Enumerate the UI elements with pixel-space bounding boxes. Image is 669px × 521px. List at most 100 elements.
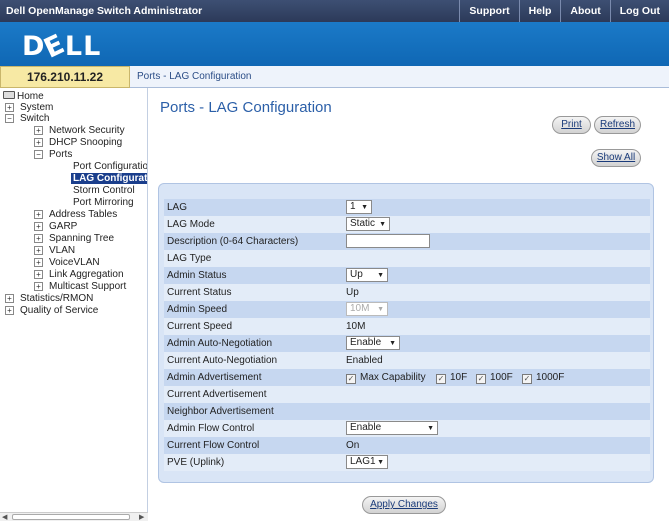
current-flow-control-label: Current Flow Control xyxy=(167,440,260,451)
expand-icon[interactable]: + xyxy=(5,103,14,112)
tree-label: DHCP Snooping xyxy=(49,137,123,148)
100f-option[interactable]: ✓ 100F xyxy=(476,372,513,384)
tree-horizontal-scrollbar[interactable]: ◀ ▶ xyxy=(0,512,148,521)
tree-item-dhcp-snooping[interactable]: + DHCP Snooping xyxy=(34,137,122,148)
tree-item-ports[interactable]: − Ports xyxy=(34,149,72,160)
refresh-button[interactable]: Refresh xyxy=(594,116,641,134)
expand-icon[interactable]: + xyxy=(34,234,43,243)
tree-item-voicevlan[interactable]: + VoiceVLAN xyxy=(34,257,100,268)
expand-icon[interactable]: + xyxy=(34,222,43,231)
tree-item-link-aggregation[interactable]: + Link Aggregation xyxy=(34,269,124,280)
lag-select[interactable]: 1 ▼ xyxy=(346,200,372,214)
tree-item-multicast-support[interactable]: + Multicast Support xyxy=(34,281,126,292)
tree-label: Statistics/RMON xyxy=(20,293,94,304)
expand-icon[interactable]: + xyxy=(34,126,43,135)
breadcrumb-bar: Ports - LAG Configuration xyxy=(130,66,669,88)
admin-autoneg-label: Admin Auto-Negotiation xyxy=(167,338,273,349)
tree-label: Switch xyxy=(20,113,50,124)
admin-flow-control-value: Enable xyxy=(350,422,382,433)
10f-option[interactable]: ✓ 10F xyxy=(436,372,467,384)
tree-label: Port Configuration xyxy=(73,161,148,172)
tree-item-switch[interactable]: − Switch xyxy=(5,113,49,124)
tree-item-statistics-rmon[interactable]: + Statistics/RMON xyxy=(5,293,93,304)
about-link[interactable]: About xyxy=(560,0,609,22)
tree-item-spanning-tree[interactable]: + Spanning Tree xyxy=(34,233,114,244)
show-all-button[interactable]: Show All xyxy=(591,149,641,167)
device-ip: 176.210.11.22 xyxy=(0,66,130,88)
admin-autoneg-select[interactable]: Enable ▼ xyxy=(346,336,400,350)
pve-uplink-select[interactable]: LAG1 ▼ xyxy=(346,455,388,469)
help-link[interactable]: Help xyxy=(518,0,561,22)
breadcrumb: Ports - LAG Configuration xyxy=(137,71,252,82)
expand-icon[interactable]: + xyxy=(34,258,43,267)
row-pve-uplink: PVE (Uplink) LAG1 ▼ xyxy=(164,454,650,471)
expand-icon[interactable]: + xyxy=(5,306,14,315)
current-autoneg-value: Enabled xyxy=(346,355,383,366)
tree-label: GARP xyxy=(49,221,78,232)
tree-item-vlan[interactable]: + VLAN xyxy=(34,245,75,256)
row-admin-status: Admin Status Up ▼ xyxy=(164,267,650,284)
tree-label: Port Mirroring xyxy=(73,197,134,208)
expand-icon[interactable]: + xyxy=(34,270,43,279)
tree-label: LAG Configuration xyxy=(73,173,148,184)
tree-item-lag-configuration[interactable]: LAG Configuration xyxy=(71,173,148,184)
pve-uplink-value: LAG1 xyxy=(350,456,376,467)
10f-label: 10F xyxy=(450,372,468,383)
expand-icon[interactable]: + xyxy=(34,138,43,147)
max-capability-option[interactable]: ✓ Max Capability xyxy=(346,372,426,384)
tree-item-port-mirroring[interactable]: Port Mirroring xyxy=(73,197,134,208)
row-lag-mode: LAG Mode Static ▼ xyxy=(164,216,650,233)
expand-icon[interactable]: + xyxy=(34,246,43,255)
chevron-down-icon: ▼ xyxy=(389,340,396,347)
description-input[interactable] xyxy=(346,234,430,248)
admin-autoneg-value: Enable xyxy=(350,337,382,348)
row-admin-flow-control: Admin Flow Control Enable ▼ xyxy=(164,420,650,437)
tree-item-storm-control[interactable]: Storm Control xyxy=(73,185,135,196)
scrollbar-thumb[interactable] xyxy=(12,514,130,520)
apply-changes-button[interactable]: Apply Changes xyxy=(362,496,446,514)
lag-type-label: LAG Type xyxy=(167,253,212,264)
support-link[interactable]: Support xyxy=(459,0,518,22)
expand-icon[interactable]: + xyxy=(34,282,43,291)
chevron-down-icon: ▼ xyxy=(361,204,368,211)
collapse-icon[interactable]: − xyxy=(5,114,14,123)
tree-item-address-tables[interactable]: + Address Tables xyxy=(34,209,117,220)
neighbor-advertisement-label: Neighbor Advertisement xyxy=(167,406,274,417)
current-speed-label: Current Speed xyxy=(167,321,233,332)
lag-mode-select[interactable]: Static ▼ xyxy=(346,217,390,231)
chevron-down-icon: ▼ xyxy=(377,459,384,466)
tree-item-garp[interactable]: + GARP xyxy=(34,221,77,232)
print-button[interactable]: Print xyxy=(552,116,591,134)
tree-label: Home xyxy=(17,91,44,102)
checkbox-1000f[interactable]: ✓ xyxy=(522,374,532,384)
expand-icon[interactable]: + xyxy=(34,210,43,219)
collapse-icon[interactable]: − xyxy=(34,150,43,159)
max-capability-label: Max Capability xyxy=(360,372,426,383)
row-description: Description (0-64 Characters) xyxy=(164,233,650,250)
admin-status-label: Admin Status xyxy=(167,270,227,281)
row-admin-advertisement: Admin Advertisement ✓ Max Capability ✓ 10F… xyxy=(164,369,650,386)
checkbox-10f[interactable]: ✓ xyxy=(436,374,446,384)
admin-speed-value: 10M xyxy=(350,303,370,314)
tree-item-port-configuration[interactable]: Port Configuration xyxy=(73,161,148,172)
tree-item-system[interactable]: + System xyxy=(5,102,53,113)
tree-label: Multicast Support xyxy=(49,281,127,292)
scroll-right-icon[interactable]: ▶ xyxy=(139,513,144,521)
current-status-value: Up xyxy=(346,287,359,298)
scroll-left-icon[interactable]: ◀ xyxy=(2,513,7,521)
1000f-option[interactable]: ✓ 1000F xyxy=(522,372,564,384)
tree-item-home[interactable]: Home xyxy=(3,91,44,102)
admin-advertisement-label: Admin Advertisement xyxy=(167,372,262,383)
checkbox-max-capability[interactable]: ✓ xyxy=(346,374,356,384)
expand-icon[interactable]: + xyxy=(5,294,14,303)
admin-status-select[interactable]: Up ▼ xyxy=(346,268,388,282)
tree-item-quality-of-service[interactable]: + Quality of Service xyxy=(5,305,98,316)
home-icon xyxy=(3,91,15,99)
logout-link[interactable]: Log Out xyxy=(609,0,669,22)
lag-label: LAG xyxy=(167,202,188,213)
tree-label: Storm Control xyxy=(73,185,135,196)
row-current-status: Current Status Up xyxy=(164,284,650,301)
checkbox-100f[interactable]: ✓ xyxy=(476,374,486,384)
admin-flow-control-select[interactable]: Enable ▼ xyxy=(346,421,438,435)
tree-item-network-security[interactable]: + Network Security xyxy=(34,125,125,136)
